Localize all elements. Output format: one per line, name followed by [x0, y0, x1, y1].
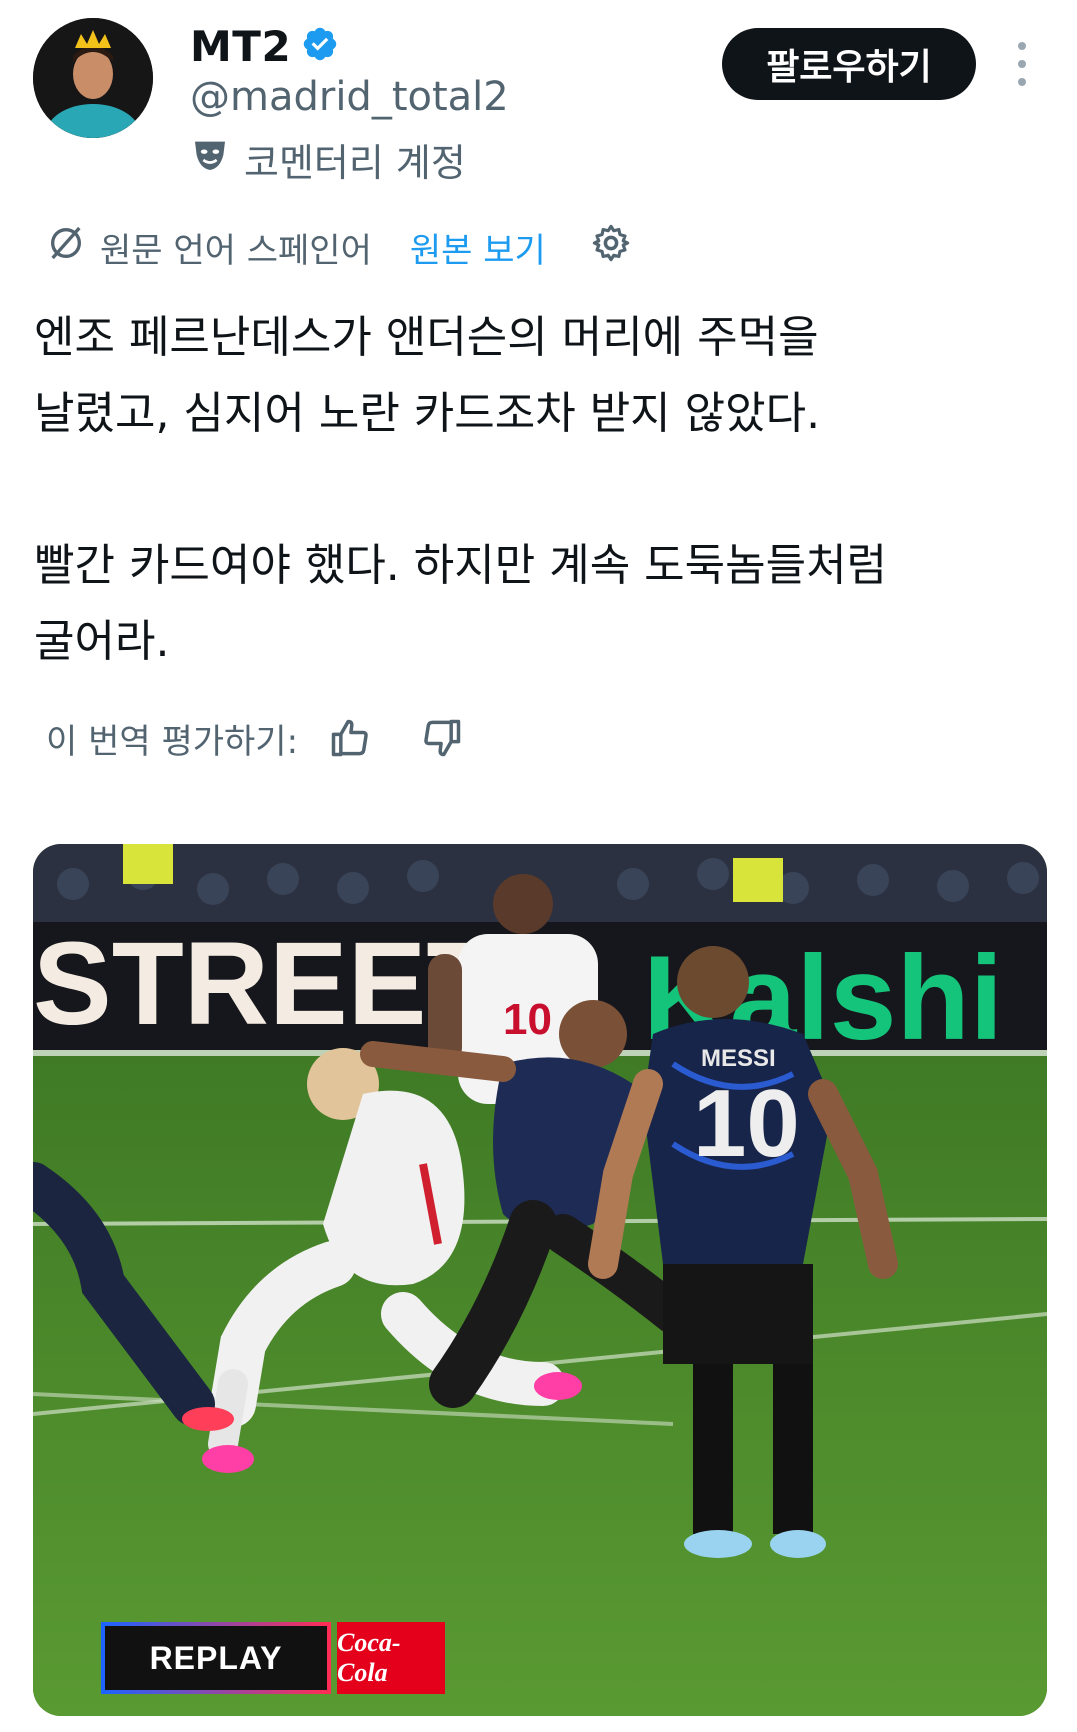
tweet-text: 엔조 페르난데스가 앤더슨의 머리에 주먹을 날렸고, 심지어 노란 카드조차 … [34, 312, 888, 667]
replay-badge: REPLAY [101, 1622, 331, 1694]
opponent-number: 10 [503, 995, 552, 1044]
commentary-mask-icon [190, 135, 230, 184]
translate-icon [46, 223, 86, 272]
player-name: MESSI [701, 1045, 776, 1072]
follow-button[interactable]: 팔로우하기 [722, 28, 976, 100]
tweet-media-image[interactable]: STREET Kalshi 10 MESSI 10 REPLAY Coca-Co… [33, 844, 1047, 1716]
user-handle[interactable]: @madrid_total2 [190, 74, 509, 120]
display-name[interactable]: MT2 [190, 22, 291, 71]
football-scene: STREET Kalshi 10 MESSI 10 [33, 844, 1047, 1716]
commentary-account-label: 코멘터리 계정 [190, 132, 466, 187]
commentary-label-text: 코멘터리 계정 [244, 141, 466, 185]
rate-translation-label: 이 번역 평가하기: [46, 721, 299, 762]
translation-notice: 원문 언어 스페인어 [100, 230, 372, 271]
avatar[interactable] [33, 18, 153, 138]
thumbs-up-icon[interactable] [324, 712, 376, 764]
thumbs-down-icon[interactable] [416, 712, 468, 764]
player-number: 10 [693, 1070, 800, 1177]
show-original-link[interactable]: 원본 보기 [410, 223, 546, 272]
more-icon[interactable] [1012, 42, 1032, 86]
verified-icon [301, 25, 339, 67]
avatar-image [33, 18, 153, 138]
settings-icon[interactable] [590, 222, 632, 273]
sponsor-logo: Coca-Cola [337, 1622, 445, 1694]
